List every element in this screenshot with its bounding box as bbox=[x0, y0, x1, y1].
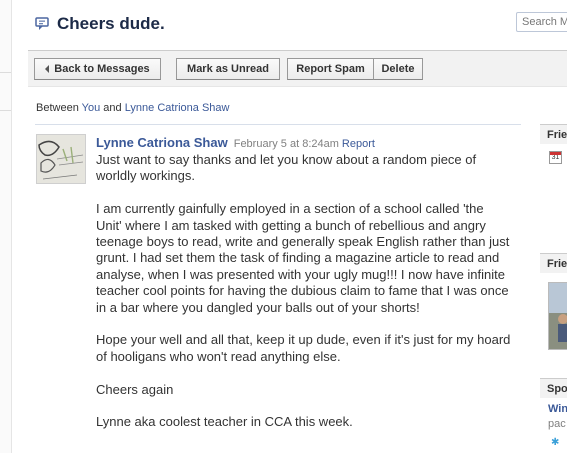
thread-participants: Between You and Lynne Catriona Shaw bbox=[36, 102, 230, 114]
search-input[interactable]: Search M bbox=[516, 12, 567, 32]
divider bbox=[35, 124, 521, 125]
participant-you-link[interactable]: You bbox=[82, 102, 101, 114]
message-paragraph: Hope your well and all that, keep it up … bbox=[96, 332, 511, 364]
page-header: Cheers dude. bbox=[35, 12, 165, 36]
sidebar-section-title: Frie bbox=[540, 253, 567, 273]
author-link[interactable]: Lynne Catriona Shaw bbox=[96, 135, 228, 150]
message-paragraph: Just want to say thanks and let you know… bbox=[96, 152, 477, 184]
friend-photo[interactable] bbox=[548, 282, 567, 350]
report-link[interactable]: Report bbox=[342, 138, 375, 150]
mark-as-unread-button[interactable]: Mark as Unread bbox=[176, 58, 280, 80]
message-paragraph: Cheers again bbox=[96, 381, 174, 397]
message-body: Just want to say thanks and let you know… bbox=[96, 152, 511, 447]
sponsored-link[interactable]: Win bbox=[548, 403, 567, 415]
sidebar-section-title: Frie bbox=[540, 124, 567, 144]
message-paragraph: I am currently gainfully employed in a s… bbox=[96, 201, 510, 315]
left-gutter bbox=[0, 0, 12, 453]
gutter-divider bbox=[0, 72, 11, 73]
calendar-icon: 31 bbox=[549, 151, 562, 164]
message-header: Lynne Catriona Shaw February 5 at 8:24am R… bbox=[96, 135, 375, 150]
page-title: Cheers dude. bbox=[57, 14, 165, 33]
messages-icon bbox=[35, 16, 51, 32]
report-spam-button[interactable]: Report Spam bbox=[287, 58, 374, 80]
gutter-divider bbox=[0, 110, 11, 111]
chevron-left-icon bbox=[45, 65, 50, 73]
back-to-messages-button[interactable]: Back to Messages bbox=[34, 58, 161, 80]
sidebar-section-title: Spo bbox=[540, 378, 567, 398]
participant-link[interactable]: Lynne Catriona Shaw bbox=[125, 102, 230, 114]
avatar[interactable] bbox=[36, 134, 86, 184]
between-label: Between bbox=[36, 102, 79, 114]
back-to-messages-label: Back to Messages bbox=[54, 63, 150, 75]
message-paragraph: Lynne aka coolest teacher in CCA this we… bbox=[96, 414, 353, 430]
sponsored-subtext: pac bbox=[548, 418, 566, 430]
delete-button[interactable]: Delete bbox=[373, 58, 423, 80]
and-label: and bbox=[103, 102, 122, 114]
message-date: February 5 at 8:24am bbox=[233, 138, 339, 150]
sparkle-icon: ✱ bbox=[551, 437, 560, 448]
